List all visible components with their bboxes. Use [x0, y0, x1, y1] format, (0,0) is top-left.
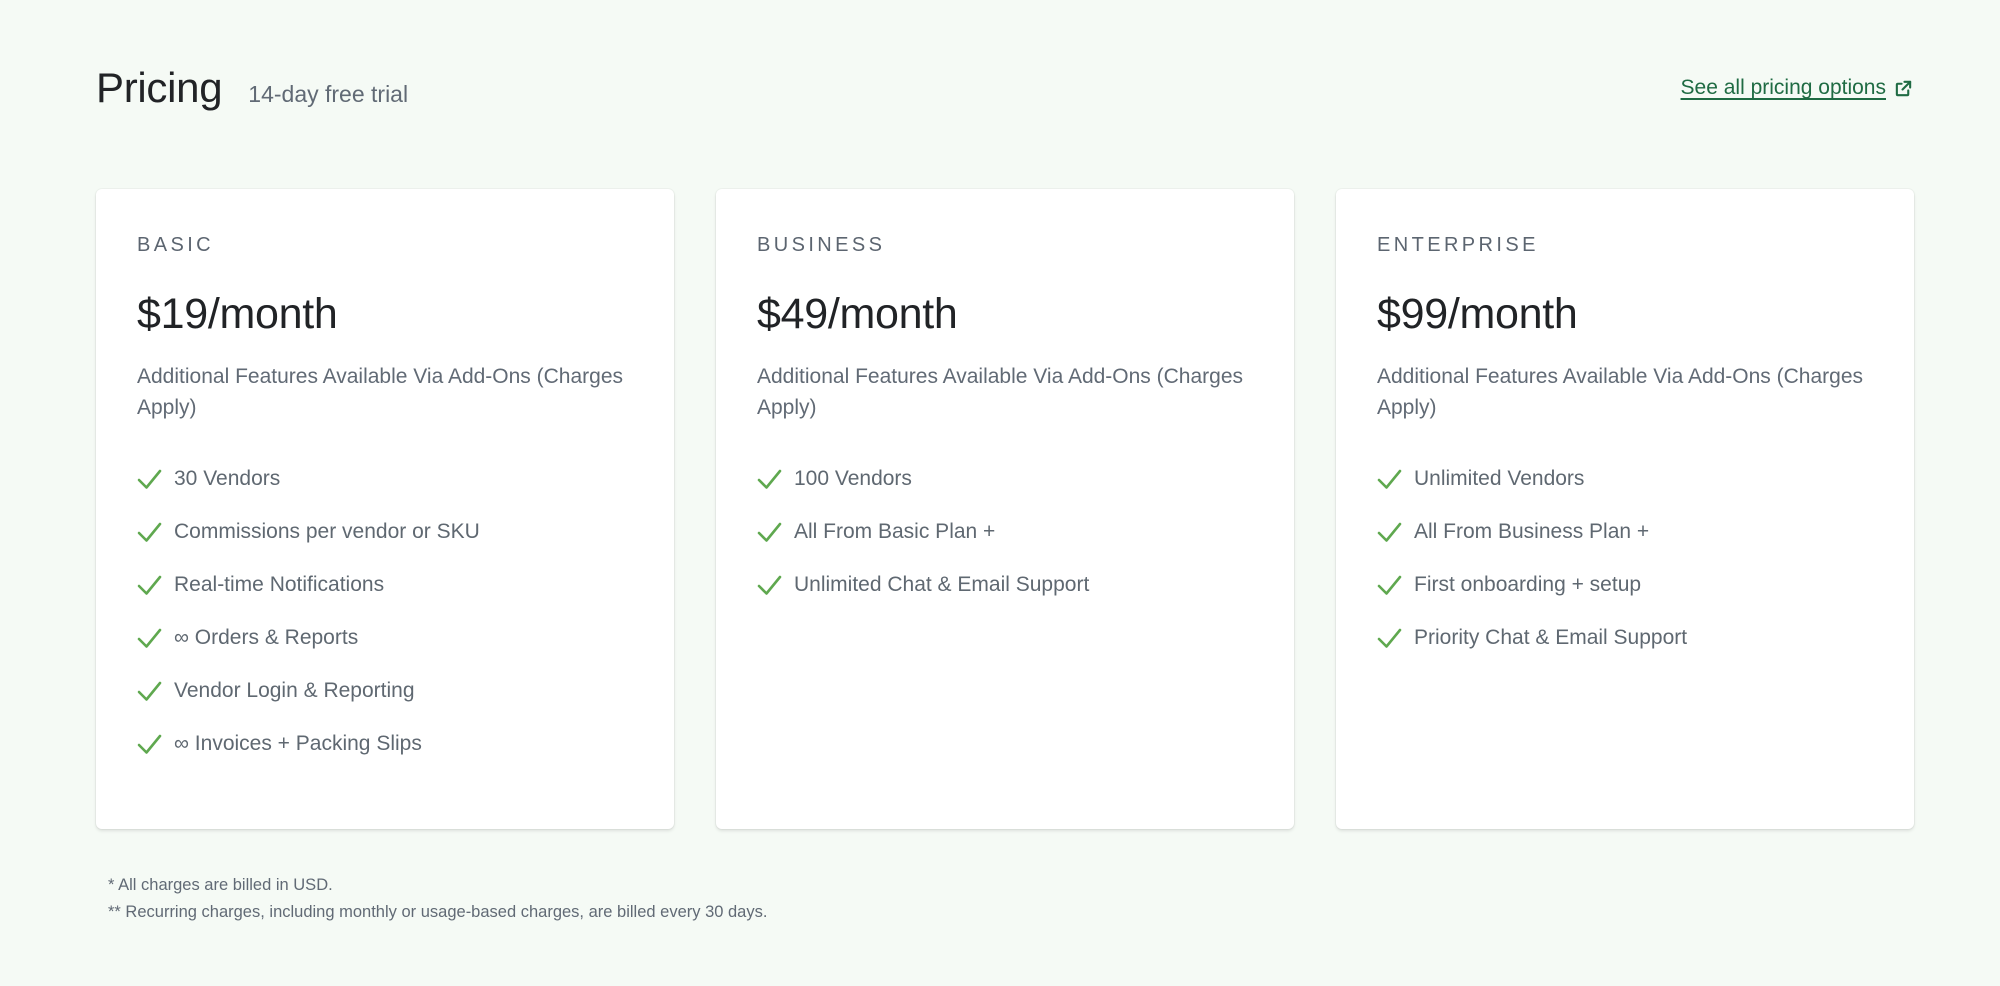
feature-label: Unlimited Vendors	[1414, 466, 1585, 490]
checkmark-icon	[757, 522, 782, 542]
footnotes: * All charges are billed in USD. ** Recu…	[108, 872, 767, 926]
feature-label: ∞ Invoices + Packing Slips	[174, 731, 422, 755]
title-group: Pricing 14-day free trial	[96, 64, 408, 112]
plan-price: $19/month	[137, 290, 338, 338]
checkmark-icon	[137, 522, 162, 542]
plan-description: Additional Features Available Via Add-On…	[757, 365, 1244, 419]
plan-card-basic: BASIC $19/month Additional Features Avai…	[96, 189, 674, 829]
checkmark-icon	[757, 575, 782, 595]
free-trial-label: 14-day free trial	[248, 81, 409, 107]
checkmark-icon	[137, 628, 162, 648]
feature-item: Priority Chat & Email Support	[1377, 611, 1874, 664]
feature-item: 100 Vendors	[757, 452, 1254, 505]
checkmark-icon	[137, 575, 162, 595]
checkmark-icon	[1377, 575, 1402, 595]
feature-label: Unlimited Chat & Email Support	[794, 572, 1090, 596]
plan-description: Additional Features Available Via Add-On…	[1377, 365, 1864, 419]
feature-label: Commissions per vendor or SKU	[174, 519, 480, 543]
plan-card-business: BUSINESS $49/month Additional Features A…	[716, 189, 1294, 829]
feature-item: Vendor Login & Reporting	[137, 664, 634, 717]
checkmark-icon	[137, 469, 162, 489]
feature-item: ∞ Orders & Reports	[137, 611, 634, 664]
feature-label: Priority Chat & Email Support	[1414, 625, 1688, 649]
feature-label: ∞ Orders & Reports	[174, 625, 359, 649]
feature-item: All From Basic Plan +	[757, 505, 1254, 558]
plan-cards: BASIC $19/month Additional Features Avai…	[96, 189, 1914, 829]
see-all-pricing-options-link[interactable]: See all pricing options	[1681, 76, 1913, 100]
pricing-link-label: See all pricing options	[1680, 76, 1886, 99]
feature-label: 100 Vendors	[794, 466, 912, 490]
feature-item: All From Business Plan +	[1377, 505, 1874, 558]
feature-item: First onboarding + setup	[1377, 558, 1874, 611]
feature-item: ∞ Invoices + Packing Slips	[137, 717, 634, 770]
feature-list: Unlimited Vendors All From Business Plan…	[1377, 452, 1874, 664]
checkmark-icon	[137, 734, 162, 754]
feature-label: Real-time Notifications	[174, 572, 385, 596]
feature-item: Real-time Notifications	[137, 558, 634, 611]
checkmark-icon	[757, 469, 782, 489]
plan-description: Additional Features Available Via Add-On…	[137, 365, 624, 419]
footnote-currency: * All charges are billed in USD.	[108, 876, 333, 894]
page-title: Pricing	[96, 64, 223, 111]
plan-name: BASIC	[137, 234, 215, 256]
external-link-icon	[1895, 80, 1912, 96]
feature-label: All From Basic Plan +	[794, 519, 996, 543]
plan-name: ENTERPRISE	[1377, 234, 1539, 256]
checkmark-icon	[1377, 469, 1402, 489]
feature-label: Vendor Login & Reporting	[174, 678, 415, 702]
feature-label: 30 Vendors	[174, 466, 281, 490]
checkmark-icon	[1377, 522, 1402, 542]
feature-item: Unlimited Chat & Email Support	[757, 558, 1254, 611]
checkmark-icon	[1377, 628, 1402, 648]
feature-item: Commissions per vendor or SKU	[137, 505, 634, 558]
feature-item: 30 Vendors	[137, 452, 634, 505]
checkmark-icon	[137, 681, 162, 701]
plan-card-enterprise: ENTERPRISE $99/month Additional Features…	[1336, 189, 1914, 829]
plan-price: $49/month	[757, 290, 958, 338]
feature-list: 100 Vendors All From Basic Plan + Unlimi…	[757, 452, 1254, 611]
plan-name: BUSINESS	[757, 234, 886, 256]
feature-label: All From Business Plan +	[1414, 519, 1650, 543]
feature-list: 30 Vendors Commissions per vendor or SKU…	[137, 452, 634, 770]
pricing-header: Pricing 14-day free trial See all pricin…	[96, 58, 1913, 118]
feature-item: Unlimited Vendors	[1377, 452, 1874, 505]
plan-price: $99/month	[1377, 290, 1578, 338]
feature-label: First onboarding + setup	[1414, 572, 1642, 596]
footnote-billing-cycle: ** Recurring charges, including monthly …	[108, 903, 768, 921]
